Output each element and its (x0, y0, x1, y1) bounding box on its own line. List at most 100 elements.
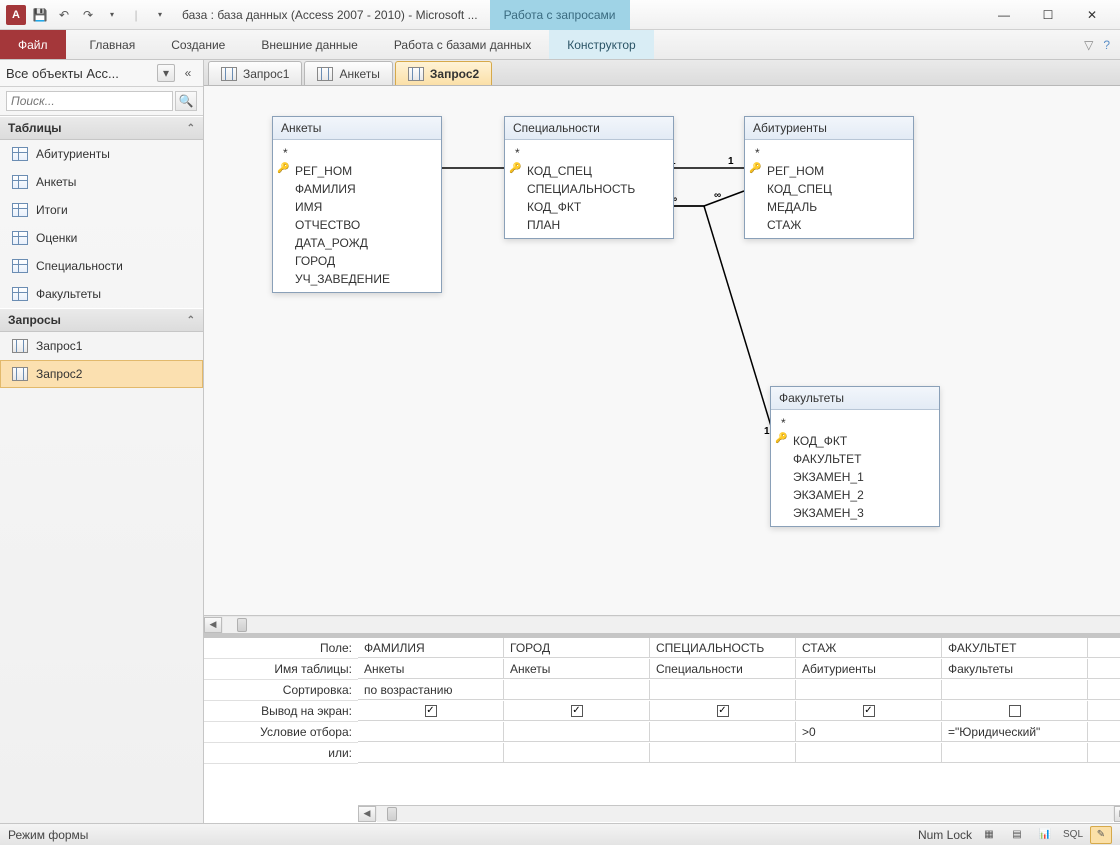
field-item[interactable]: СПЕЦИАЛЬНОСТЬ (507, 180, 671, 198)
field-item[interactable]: ЭКЗАМЕН_2 (773, 486, 937, 504)
checkbox[interactable] (1009, 705, 1021, 717)
grid-cell[interactable]: ✓ (358, 701, 504, 721)
grid-cell-empty[interactable] (1088, 638, 1120, 658)
redo-icon[interactable]: ↷ (78, 5, 98, 25)
grid-cell[interactable]: Анкеты (358, 659, 504, 679)
checkbox[interactable]: ✓ (425, 705, 437, 717)
field-item[interactable]: * (507, 144, 671, 162)
grid-cell[interactable]: Факультеты (942, 659, 1088, 679)
search-input[interactable] (6, 91, 173, 111)
view-chart-icon[interactable]: 📊 (1034, 826, 1056, 844)
grid-cell[interactable] (650, 722, 796, 742)
field-item[interactable]: ФАМИЛИЯ (275, 180, 439, 198)
nav-collapse-icon[interactable]: « (179, 64, 197, 82)
field-item[interactable]: СТАЖ (747, 216, 911, 234)
view-design-icon[interactable]: ✎ (1090, 826, 1112, 844)
grid-cell[interactable] (504, 722, 650, 742)
grid-cell-empty[interactable] (1088, 680, 1120, 700)
ribbon-tab-external[interactable]: Внешние данные (243, 30, 376, 59)
document-tab[interactable]: Запрос1 (208, 61, 302, 85)
designer-hscroll[interactable]: ◀ ▶ (204, 615, 1120, 633)
grid-cell[interactable] (650, 743, 796, 763)
nav-table-item[interactable]: Оценки (0, 224, 203, 252)
save-icon[interactable]: 💾 (30, 5, 50, 25)
nav-table-item[interactable]: Абитуриенты (0, 140, 203, 168)
grid-hscroll[interactable]: ◀ ▶ (358, 805, 1120, 821)
field-item[interactable]: УЧ_ЗАВЕДЕНИЕ (275, 270, 439, 288)
ribbon-tab-create[interactable]: Создание (153, 30, 243, 59)
document-tab[interactable]: Анкеты (304, 61, 392, 85)
table-ankety[interactable]: Анкеты *РЕГ_НОМФАМИЛИЯИМЯОТЧЕСТВОДАТА_РОЖ… (272, 116, 442, 293)
grid-cell[interactable] (358, 722, 504, 742)
grid-cell[interactable]: ФАМИЛИЯ (358, 638, 504, 658)
grid-cell-empty[interactable] (1088, 659, 1120, 679)
field-item[interactable]: КОД_ФКТ (773, 432, 937, 450)
view-sql-icon[interactable]: SQL (1062, 826, 1084, 844)
field-item[interactable]: ЭКЗАМЕН_3 (773, 504, 937, 522)
field-item[interactable]: ПЛАН (507, 216, 671, 234)
nav-group-header[interactable]: Таблицы⌃ (0, 116, 203, 140)
grid-cell[interactable] (942, 701, 1088, 721)
grid-cell[interactable] (796, 680, 942, 700)
field-item[interactable]: МЕДАЛЬ (747, 198, 911, 216)
grid-cell[interactable]: ="Юридический" (942, 722, 1088, 742)
field-item[interactable]: ОТЧЕСТВО (275, 216, 439, 234)
field-item[interactable]: КОД_СПЕЦ (507, 162, 671, 180)
app-logo[interactable]: A (6, 5, 26, 25)
grid-scroll-right-icon[interactable]: ▶ (1114, 806, 1120, 822)
maximize-button[interactable]: ☐ (1026, 1, 1070, 29)
table-title[interactable]: Специальности (505, 117, 673, 140)
grid-cell-empty[interactable] (1088, 722, 1120, 742)
grid-cell[interactable]: ГОРОД (504, 638, 650, 658)
table-title[interactable]: Абитуриенты (745, 117, 913, 140)
grid-cell-empty[interactable] (1088, 743, 1120, 763)
field-item[interactable]: ДАТА_РОЖД (275, 234, 439, 252)
grid-cell[interactable]: ✓ (504, 701, 650, 721)
field-item[interactable]: РЕГ_НОМ (275, 162, 439, 180)
checkbox[interactable]: ✓ (717, 705, 729, 717)
field-item[interactable]: * (773, 414, 937, 432)
grid-cell[interactable] (504, 680, 650, 700)
minimize-button[interactable]: — (982, 1, 1026, 29)
field-item[interactable]: ФАКУЛЬТЕТ (773, 450, 937, 468)
undo-icon[interactable]: ↶ (54, 5, 74, 25)
grid-cell[interactable]: по возрастанию (358, 680, 504, 700)
ribbon-tab-design[interactable]: Конструктор (549, 30, 653, 59)
grid-cell[interactable]: >0 (796, 722, 942, 742)
grid-cell[interactable] (942, 743, 1088, 763)
nav-query-item[interactable]: Запрос2 (0, 360, 203, 388)
nav-header[interactable]: Все объекты Acc... ▾ « (0, 60, 203, 87)
checkbox[interactable]: ✓ (571, 705, 583, 717)
table-fak[interactable]: Факультеты*КОД_ФКТФАКУЛЬТЕТЭКЗАМЕН_1ЭКЗА… (770, 386, 940, 527)
view-datasheet-icon[interactable]: ▦ (978, 826, 1000, 844)
ribbon-tab-db-tools[interactable]: Работа с базами данных (376, 30, 549, 59)
table-title[interactable]: Факультеты (771, 387, 939, 410)
grid-cell[interactable]: ✓ (650, 701, 796, 721)
nav-table-item[interactable]: Специальности (0, 252, 203, 280)
query-designer[interactable]: 1 1 1 ∞ ∞ 1 Анкеты*РЕГ_НОМФАМИЛИЯИМЯОТЧЕ… (204, 86, 1120, 633)
grid-cell[interactable]: СТАЖ (796, 638, 942, 658)
document-tab[interactable]: Запрос2 (395, 61, 492, 85)
field-item[interactable]: * (747, 144, 911, 162)
table-title[interactable]: Анкеты (273, 117, 441, 140)
designer-canvas[interactable]: 1 1 1 ∞ ∞ 1 Анкеты*РЕГ_НОМФАМИЛИЯИМЯОТЧЕ… (204, 86, 1120, 615)
field-item[interactable]: ИМЯ (275, 198, 439, 216)
scroll-thumb[interactable] (237, 618, 247, 632)
grid-cell[interactable] (650, 680, 796, 700)
field-item[interactable]: ЭКЗАМЕН_1 (773, 468, 937, 486)
field-item[interactable]: * (275, 144, 439, 162)
grid-cell[interactable]: Анкеты (504, 659, 650, 679)
qat-more-icon[interactable]: ▾ (150, 5, 170, 25)
grid-cell[interactable]: Специальности (650, 659, 796, 679)
search-icon[interactable]: 🔍 (175, 91, 197, 111)
field-item[interactable]: РЕГ_НОМ (747, 162, 911, 180)
grid-cell[interactable]: Абитуриенты (796, 659, 942, 679)
grid-cell-empty[interactable] (1088, 701, 1120, 721)
checkbox[interactable]: ✓ (863, 705, 875, 717)
grid-cell[interactable] (358, 743, 504, 763)
grid-cell[interactable] (796, 743, 942, 763)
close-button[interactable]: ✕ (1070, 1, 1114, 29)
table-spec[interactable]: Специальности*КОД_СПЕЦСПЕЦИАЛЬНОСТЬКОД_Ф… (504, 116, 674, 239)
field-item[interactable]: КОД_СПЕЦ (747, 180, 911, 198)
nav-dropdown-icon[interactable]: ▾ (157, 64, 175, 82)
